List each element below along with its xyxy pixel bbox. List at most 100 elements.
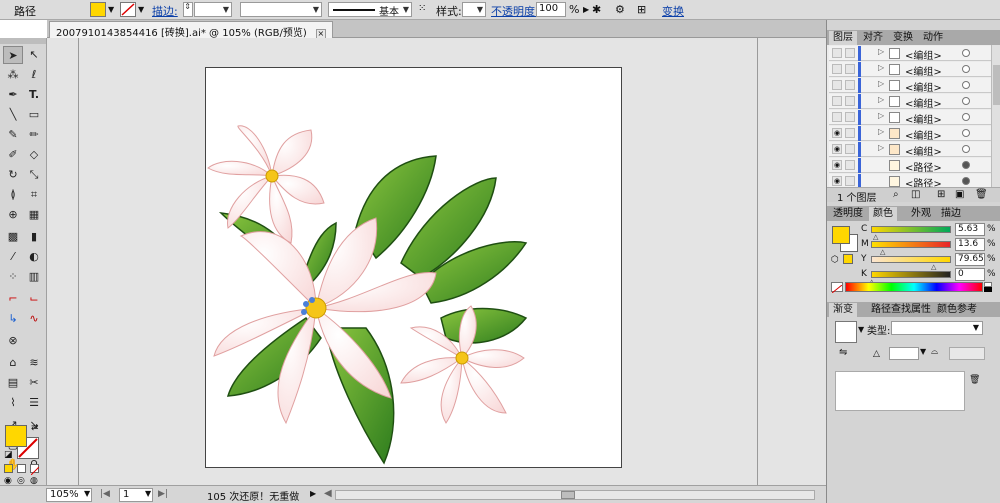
symbol-tool-icon[interactable]: ⊗ xyxy=(3,332,23,350)
mesh-tool-icon[interactable]: ▩ xyxy=(3,228,23,246)
tab-gradient[interactable]: 渐变 xyxy=(829,303,857,317)
panel-grip[interactable] xyxy=(0,38,46,44)
twirl-tool-icon[interactable]: ≋ xyxy=(24,354,44,372)
curvature-tool-icon[interactable]: ∿ xyxy=(24,310,44,328)
layers-scrollbar[interactable] xyxy=(991,45,1000,187)
tab-attributes[interactable]: 属性 xyxy=(907,303,935,317)
opacity-dropdown-arrow[interactable]: ▶ xyxy=(583,5,589,14)
artboard[interactable] xyxy=(205,67,622,468)
new-sublayer-icon[interactable]: ⊞ xyxy=(937,189,945,200)
live-paint-bucket-icon[interactable]: ⌇ xyxy=(3,394,23,412)
eye-icon[interactable]: ◉ xyxy=(832,128,842,138)
layer-row[interactable]: ▷ <编组> xyxy=(829,94,991,110)
black-swatch[interactable] xyxy=(984,287,992,292)
direct-selection-tool-icon[interactable]: ↖ xyxy=(24,46,44,64)
transform-link[interactable]: 变换 xyxy=(662,3,684,19)
tab-transform[interactable]: 变换 xyxy=(889,31,917,45)
next-artboard-icon[interactable]: ▶| xyxy=(158,489,168,499)
expand-triangle-icon[interactable]: ▷ xyxy=(878,47,884,56)
none-mode-icon[interactable] xyxy=(30,464,40,476)
shape-builder-tool-icon[interactable]: ⊕ xyxy=(3,206,23,224)
tab-transparency[interactable]: 透明度 xyxy=(829,207,867,221)
document-tab[interactable]: 200791014385441­6 [砖换].ai* @ 105% (RGB/预… xyxy=(49,21,333,39)
locate-object-icon[interactable]: ⌕ xyxy=(893,189,899,200)
lock-toggle[interactable] xyxy=(845,64,855,74)
eye-icon[interactable]: ◉ xyxy=(832,160,842,170)
artboard-tool-icon[interactable]: ⌐ xyxy=(3,290,23,308)
pencil-tool-icon[interactable]: ✏ xyxy=(24,126,44,144)
tab-align[interactable]: 对齐 xyxy=(859,31,887,45)
yellow-slider-thumb[interactable]: △ xyxy=(931,263,936,271)
magenta-slider-thumb[interactable]: △ xyxy=(880,248,885,256)
recolor-artwork-icon[interactable]: ✱ xyxy=(592,3,601,16)
live-paint-selection-icon[interactable]: ☰ xyxy=(24,394,44,412)
symbol-sprayer-tool-icon[interactable]: ⁘ xyxy=(3,268,23,286)
cyan-slider[interactable] xyxy=(871,226,951,233)
tab-actions[interactable]: 动作 xyxy=(919,31,947,45)
column-graph-tool-icon[interactable]: ▥ xyxy=(24,268,44,286)
eye-icon[interactable]: ◉ xyxy=(832,176,842,186)
none-color-icon[interactable] xyxy=(831,282,843,294)
blend-tool-icon[interactable]: ◐ xyxy=(24,248,44,266)
yellow-value-input[interactable]: 79.65 xyxy=(955,253,985,266)
eyedropper-tool-icon[interactable]: ⁄ xyxy=(3,248,23,266)
visibility-toggle[interactable] xyxy=(832,80,842,90)
magenta-slider[interactable] xyxy=(871,241,951,248)
scale-tool-icon[interactable]: ⤡ xyxy=(24,166,44,184)
artboard-dropdown-arrow[interactable]: ▼ xyxy=(145,489,151,498)
pen-tool-icon[interactable]: ✒ xyxy=(3,86,23,104)
target-circle-icon[interactable] xyxy=(962,81,970,89)
visibility-toggle[interactable] xyxy=(832,112,842,122)
expand-triangle-icon[interactable]: ▷ xyxy=(878,79,884,88)
free-transform-tool-icon[interactable]: ⌗ xyxy=(24,186,44,204)
magenta-value-input[interactable]: 13.6 xyxy=(955,238,985,251)
stroke-swatch[interactable] xyxy=(120,2,136,17)
visibility-toggle[interactable] xyxy=(832,64,842,74)
opacity-input[interactable]: 100 xyxy=(536,2,566,17)
layer-row[interactable]: ▷ <编组> xyxy=(829,110,991,126)
gardenia-artwork[interactable] xyxy=(206,68,623,469)
first-artboard-icon[interactable]: |◀ xyxy=(100,489,110,499)
target-circle-icon[interactable] xyxy=(962,97,970,105)
status-menu-arrow[interactable]: ▶ xyxy=(310,489,316,498)
blob-brush-tool-icon[interactable]: ✐ xyxy=(3,146,23,164)
aspect-ratio-input[interactable] xyxy=(949,347,985,360)
target-circle-icon[interactable] xyxy=(962,65,970,73)
out-of-gamut-icon[interactable]: ⬡ xyxy=(831,255,839,265)
tab-color-guide[interactable]: 颜色参考 xyxy=(933,303,981,317)
fill-swatch[interactable] xyxy=(90,2,106,17)
lock-toggle[interactable] xyxy=(845,176,855,186)
tab-appearance[interactable]: 外观 xyxy=(907,207,935,221)
angle-input[interactable] xyxy=(889,347,919,360)
lock-toggle[interactable] xyxy=(845,96,855,106)
target-circle-icon[interactable] xyxy=(962,145,970,153)
layer-row[interactable]: ▷ <编组> xyxy=(829,62,991,78)
black-slider[interactable] xyxy=(871,271,951,278)
slice-tool-icon[interactable]: ⌙ xyxy=(24,290,44,308)
stroke-weight-dropdown[interactable]: ▼ xyxy=(194,2,232,17)
expand-triangle-icon[interactable]: ▷ xyxy=(878,63,884,72)
magic-wand-tool-icon[interactable]: ⁂ xyxy=(3,66,23,84)
reverse-gradient-icon[interactable]: ⇋ xyxy=(839,347,847,358)
expand-triangle-icon[interactable]: ▷ xyxy=(878,143,884,152)
tab-layers[interactable]: 图层 xyxy=(829,31,857,45)
paintbrush-tool-icon[interactable]: ✎ xyxy=(3,126,23,144)
type-tool-icon[interactable]: T. xyxy=(24,86,44,104)
color-mode-icon[interactable] xyxy=(4,464,13,473)
yellow-slider[interactable] xyxy=(871,256,951,263)
scroll-left-icon[interactable]: ◀ xyxy=(324,488,332,499)
layers-scrollbar-thumb[interactable] xyxy=(993,65,1000,105)
graphic-style-icon[interactable]: ⁙ xyxy=(418,3,426,14)
default-colors-icon[interactable]: ◪ xyxy=(4,450,13,460)
perspective-selection-icon[interactable]: ↳ xyxy=(3,310,23,328)
target-circle-icon[interactable] xyxy=(962,177,970,185)
target-circle-icon[interactable] xyxy=(962,129,970,137)
gradient-swatch-arrow[interactable]: ▼ xyxy=(858,325,864,334)
canvas-area[interactable] xyxy=(47,38,826,485)
scrollbar-thumb[interactable] xyxy=(561,491,575,499)
stroke-weight-stepper[interactable]: ⇕ xyxy=(183,2,193,17)
layer-row[interactable]: ◉ ▷ <编组> xyxy=(829,142,991,158)
fill-dropdown-arrow[interactable]: ▼ xyxy=(108,5,114,14)
angle-dropdown-arrow[interactable]: ▼ xyxy=(920,347,926,356)
fill-color-box[interactable] xyxy=(5,425,27,447)
